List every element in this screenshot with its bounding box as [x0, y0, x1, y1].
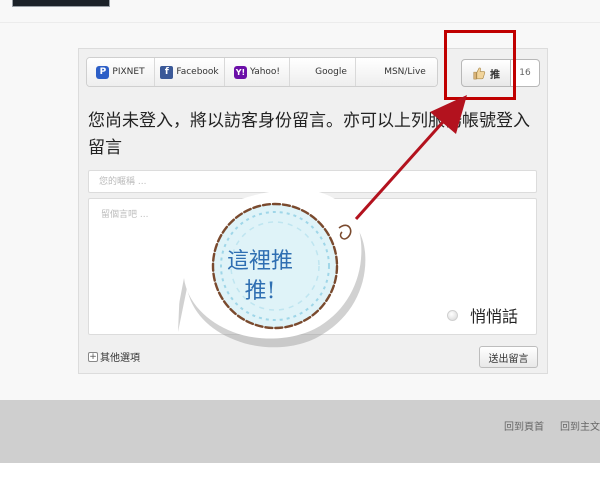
more-options-label: 其他選項	[100, 353, 140, 364]
back-to-main-link[interactable]: 回到主文	[560, 418, 600, 433]
page-footer: 回到頁首 回到主文	[0, 400, 600, 463]
like-count: 16	[511, 59, 540, 87]
login-provider-bar: P PIXNET f Facebook Y! Yahoo! Google MSN…	[86, 57, 438, 87]
sticker-text-line2: 推!	[244, 279, 276, 304]
login-pixnet-label: PIXNET	[112, 67, 145, 77]
login-pixnet-button[interactable]: P PIXNET	[87, 58, 155, 86]
google-icon	[298, 65, 312, 79]
divider	[0, 22, 600, 23]
like-widget: 推 16	[461, 59, 540, 87]
thumbs-up-icon	[473, 67, 486, 80]
more-options-toggle[interactable]: + 其他選項	[88, 349, 140, 364]
like-button[interactable]: 推	[461, 59, 511, 87]
login-yahoo-label: Yahoo!	[249, 67, 281, 77]
login-msn-button[interactable]: MSN/Live	[356, 58, 437, 86]
login-facebook-label: Facebook	[176, 67, 219, 77]
private-message-label: 悄悄話	[470, 307, 519, 326]
login-yahoo-button[interactable]: Y! Yahoo!	[225, 58, 290, 86]
footer-links: 回到頁首 回到主文	[504, 418, 600, 433]
login-google-label: Google	[315, 67, 347, 77]
msn-icon	[366, 65, 382, 79]
header-image-thumbnail[interactable]	[12, 0, 110, 7]
sticker-text-line1: 這裡推	[226, 249, 293, 274]
login-facebook-button[interactable]: f Facebook	[155, 58, 225, 86]
expand-plus-icon[interactable]: +	[88, 351, 98, 362]
facebook-icon: f	[160, 65, 174, 79]
pixnet-icon: P	[96, 65, 110, 79]
guest-login-prompt: 您尚未登入，將以訪客身份留言。亦可以上列服務帳號登入留言	[88, 111, 530, 158]
sticker-text: 這裡推 推!	[205, 247, 315, 307]
yahoo-icon: Y!	[233, 65, 247, 79]
login-msn-label: MSN/Live	[384, 67, 426, 77]
submit-comment-button[interactable]: 送出留言	[479, 346, 538, 368]
like-label: 推	[490, 69, 500, 81]
back-to-top-link[interactable]: 回到頁首	[504, 418, 544, 433]
private-message-toggle[interactable]: 悄悄話	[447, 303, 518, 327]
login-google-button[interactable]: Google	[290, 58, 356, 86]
private-radio-icon[interactable]	[447, 309, 458, 321]
